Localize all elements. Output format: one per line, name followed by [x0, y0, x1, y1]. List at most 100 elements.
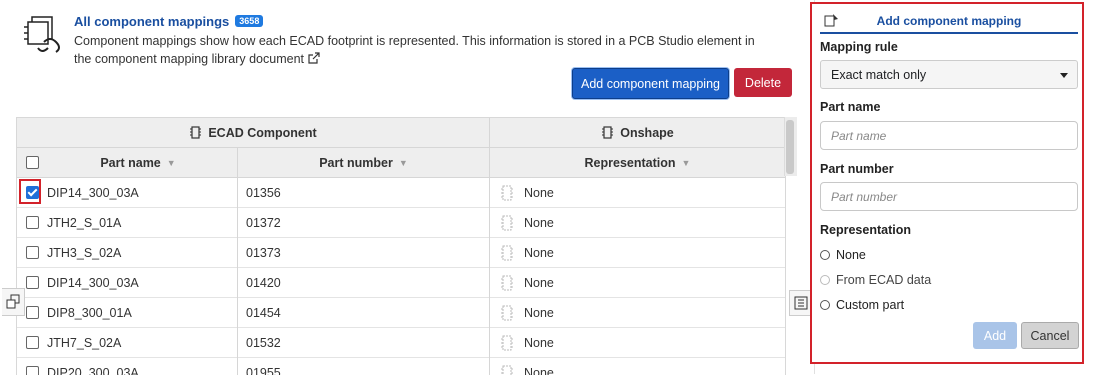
selection-highlight: [19, 179, 41, 204]
representation-value: None: [524, 306, 554, 320]
part-number-cell: 01955: [246, 358, 281, 375]
representation-cell: None: [500, 328, 554, 357]
column-part-name-label: Part name: [100, 156, 160, 170]
part-number-cell: 01356: [246, 178, 281, 207]
table-row[interactable]: DIP8_300_01A 01454 None: [17, 298, 785, 328]
part-name-cell: JTH7_S_02A: [47, 328, 121, 357]
mappings-table: ECAD Component Onshape Part name ▼ Part n…: [16, 117, 786, 375]
representation-value: None: [524, 186, 554, 200]
column-part-name[interactable]: Part name ▼: [39, 148, 237, 177]
part-number-cell: 01532: [246, 328, 281, 357]
table-row[interactable]: JTH7_S_02A 01532 None: [17, 328, 785, 358]
external-link-icon[interactable]: [308, 51, 320, 63]
add-mapping-panel: Add component mapping Mapping rule Exact…: [810, 2, 1084, 364]
column-header-row: Part name ▼ Part number ▼ Representation ▼: [17, 148, 785, 178]
add-component-mapping-button[interactable]: Add component mapping: [572, 68, 729, 99]
representation-cell: None: [500, 208, 554, 237]
part-number-cell: 01372: [246, 208, 281, 237]
cube-stack-icon[interactable]: [2, 288, 25, 316]
table-row[interactable]: DIP14_300_03A 01420 None: [17, 268, 785, 298]
page-title: All component mappings: [74, 14, 229, 29]
ecad-group-label: ECAD Component: [208, 126, 316, 140]
part-number-input[interactable]: Part number: [820, 182, 1078, 211]
onshape-group-header: Onshape: [490, 118, 785, 147]
radio-button[interactable]: [820, 250, 830, 260]
component-mapping-icon: [22, 14, 66, 54]
column-representation[interactable]: Representation ▼: [490, 148, 785, 177]
part-number-cell: 01420: [246, 268, 281, 297]
table-row[interactable]: DIP14_300_03A 01356 None: [17, 178, 785, 208]
part-number-label: Part number: [820, 162, 894, 176]
row-checkbox[interactable]: [26, 336, 39, 349]
mapping-rule-select[interactable]: Exact match only: [820, 60, 1078, 89]
radio-button[interactable]: [820, 300, 830, 310]
chevron-down-icon: [1060, 73, 1068, 78]
part-name-cell: DIP14_300_03A: [47, 268, 139, 297]
table-row[interactable]: JTH3_S_02A 01373 None: [17, 238, 785, 268]
column-part-number-label: Part number: [319, 156, 393, 170]
representation-cell: None: [500, 178, 554, 207]
sort-icon[interactable]: ▼: [399, 158, 408, 168]
page-title-row: All component mappings 3658: [74, 12, 263, 30]
representation-cell: None: [500, 238, 554, 267]
column-representation-label: Representation: [585, 156, 676, 170]
chip-outline-icon: [500, 275, 514, 291]
part-name-input[interactable]: Part name: [820, 121, 1078, 150]
representation-value: None: [524, 216, 554, 230]
radio-custom-part[interactable]: Custom part: [820, 298, 904, 312]
cancel-button[interactable]: Cancel: [1021, 322, 1079, 349]
representation-value: None: [524, 336, 554, 350]
radio-custom-part-label: Custom part: [836, 298, 904, 312]
row-checkbox[interactable]: [26, 306, 39, 319]
sort-icon[interactable]: ▼: [167, 158, 176, 168]
chip-outline-icon: [500, 335, 514, 351]
radio-from-ecad-label: From ECAD data: [836, 273, 931, 287]
radio-from-ecad-data[interactable]: From ECAD data: [820, 273, 931, 287]
table-row[interactable]: JTH2_S_01A 01372 None: [17, 208, 785, 238]
radio-none[interactable]: None: [820, 248, 866, 262]
part-name-cell: JTH2_S_01A: [47, 208, 121, 237]
panel-title: Add component mapping: [820, 14, 1078, 28]
representation-cell: None: [500, 298, 554, 327]
column-part-number[interactable]: Part number ▼: [238, 148, 489, 177]
count-badge: 3658: [235, 15, 263, 27]
delete-button[interactable]: Delete: [734, 68, 792, 97]
radio-none-label: None: [836, 248, 866, 262]
add-button[interactable]: Add: [973, 322, 1017, 349]
row-checkbox[interactable]: [26, 276, 39, 289]
ecad-component-group-header: ECAD Component: [17, 118, 489, 147]
mapping-rule-label: Mapping rule: [820, 40, 898, 54]
chip-outline-icon: [500, 365, 514, 375]
chip-outline-icon: [500, 185, 514, 201]
row-checkbox[interactable]: [26, 246, 39, 259]
radio-button[interactable]: [820, 275, 830, 285]
part-name-cell: DIP14_300_03A: [47, 178, 139, 207]
representation-value: None: [524, 246, 554, 260]
representation-cell: None: [500, 358, 554, 375]
chip-icon: [189, 126, 202, 139]
mapping-rule-value: Exact match only: [831, 68, 926, 82]
chip-outline-icon: [500, 245, 514, 261]
select-all-checkbox[interactable]: [26, 156, 39, 169]
group-header-row: ECAD Component Onshape: [17, 118, 785, 148]
representation-value: None: [524, 276, 554, 290]
description-text: Component mappings show how each ECAD fo…: [74, 34, 755, 66]
part-name-cell: JTH3_S_02A: [47, 238, 121, 267]
table-row[interactable]: DIP20_300_03A 01955 None: [17, 358, 785, 375]
page-description: Component mappings show how each ECAD fo…: [74, 32, 764, 68]
part-number-cell: 01454: [246, 298, 281, 327]
table-scrollbar-thumb[interactable]: [786, 120, 794, 174]
part-number-cell: 01373: [246, 238, 281, 267]
chip-outline-icon: [500, 215, 514, 231]
chip-icon: [601, 126, 614, 139]
part-name-cell: DIP20_300_03A: [47, 358, 139, 375]
representation-cell: None: [500, 268, 554, 297]
sort-icon[interactable]: ▼: [682, 158, 691, 168]
panel-header: Add component mapping: [820, 10, 1078, 34]
part-name-cell: DIP8_300_01A: [47, 298, 132, 327]
table-body: DIP14_300_03A 01356 None JTH2_S_01A 01372 Non…: [17, 178, 785, 375]
row-checkbox[interactable]: [26, 216, 39, 229]
representation-label: Representation: [820, 223, 911, 237]
chip-outline-icon: [500, 305, 514, 321]
onshape-group-label: Onshape: [620, 126, 674, 140]
